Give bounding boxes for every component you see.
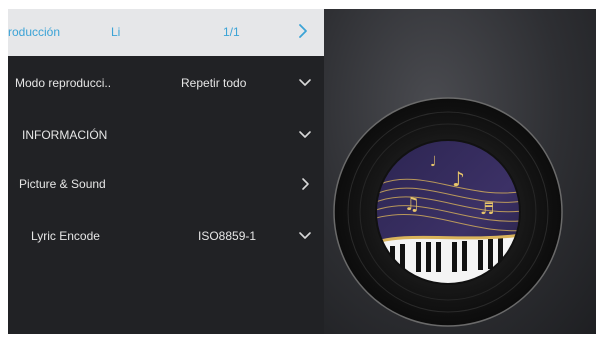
chevron-down-icon[interactable] [298,229,312,243]
play-mode-value: Repetir todo [181,76,247,90]
chevron-right-icon[interactable] [296,22,310,40]
lyric-encode-row[interactable]: Lyric Encode ISO8859-1 [8,216,324,256]
page-indicator: 1/1 [223,25,240,39]
chevron-right-icon[interactable] [298,177,312,191]
chevron-down-icon[interactable] [298,128,312,142]
play-mode-label: Modo reproducci.. [15,76,112,90]
play-mode-row[interactable]: Modo reproducci.. Repetir todo [8,63,324,103]
vinyl-disc-artwork: ♪ ♫ ♬ ♩ ♪ [333,97,563,327]
information-label: INFORMACIÓN [22,128,108,142]
playlist-row[interactable]: roducción Li 1/1 [8,9,324,56]
svg-text:♩: ♩ [430,154,437,170]
svg-text:♬: ♬ [480,199,494,218]
chevron-down-icon[interactable] [298,76,312,90]
picture-sound-label: Picture & Sound [19,177,106,191]
picture-sound-row[interactable]: Picture & Sound [8,164,324,204]
svg-text:♫: ♫ [404,194,420,215]
playlist-row-label: roducción [8,25,61,39]
playlist-row-value: Li [111,25,121,39]
lyric-encode-label: Lyric Encode [31,229,100,243]
settings-menu: roducción Li 1/1 Modo reproducci.. Repet… [8,9,324,334]
information-row[interactable]: INFORMACIÓN [8,115,324,155]
svg-text:♪: ♪ [452,167,465,191]
lyric-encode-value: ISO8859-1 [198,229,257,243]
